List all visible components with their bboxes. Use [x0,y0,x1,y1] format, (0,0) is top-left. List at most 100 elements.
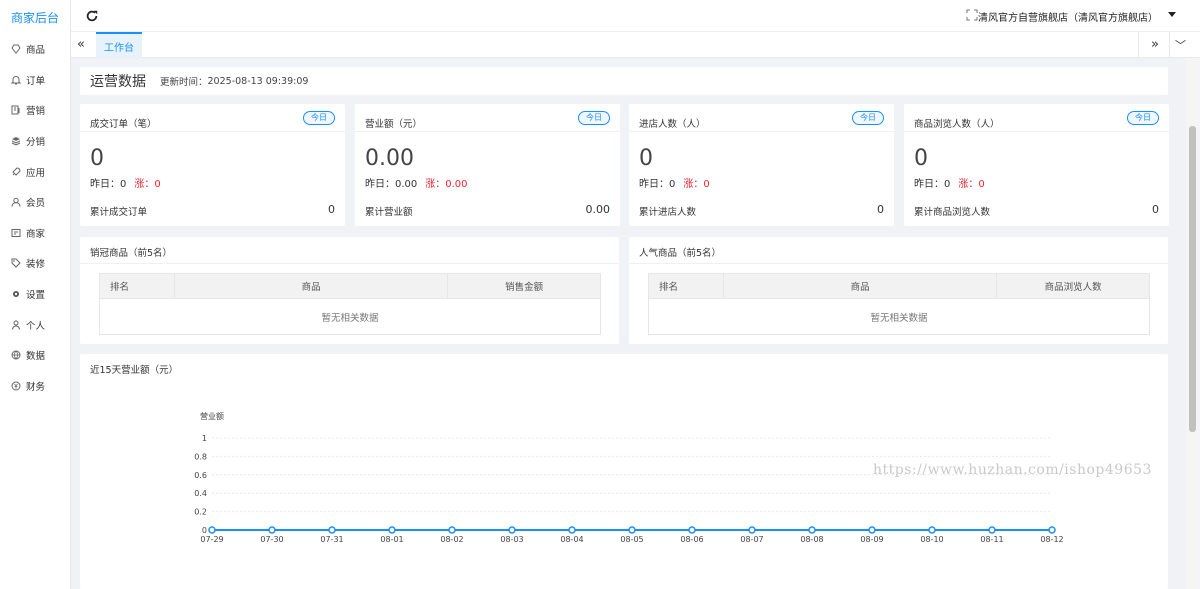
sidebar-item-label: 商家 [26,228,46,240]
sidebar-item-label: 订单 [26,75,46,87]
sidebar-item-yen[interactable]: 财务 [0,371,70,402]
yesterday-label: 昨日： [914,179,944,190]
empty-state: 暂无相关数据 [99,298,601,335]
cumulative-value: 0.00 [585,203,611,216]
period-badge[interactable]: 今日 [303,111,335,125]
sidebar-item-label: 数据 [26,351,46,363]
empty-state: 暂无相关数据 [648,298,1150,335]
sidebar-item-tag[interactable]: 装修 [0,248,70,279]
shop-dropdown-icon[interactable] [1168,12,1176,17]
sidebar-item-layers[interactable]: 分销 [0,126,70,157]
tabs-divider [1138,32,1139,58]
sidebar-item-globe[interactable]: 数据 [0,340,70,371]
refresh-icon[interactable] [85,9,99,23]
stat-yesterday: 昨日：0 涨：0 [914,175,985,190]
stat-card: 商品浏览人数（人） 今日 0 昨日：0 涨：0 累计商品浏览人数 0 [904,104,1169,226]
period-badge[interactable]: 今日 [578,111,610,125]
x-tick-label: 08-10 [920,535,943,544]
scrollbar[interactable] [1186,58,1200,589]
stat-label: 商品浏览人数（人） [914,119,1000,130]
sidebar-item-person[interactable]: 个人 [0,309,70,340]
ranking-title: 销冠商品（前5名） [90,248,173,259]
column-header[interactable]: 商品 [173,273,449,299]
divider [629,131,894,132]
period-badge[interactable]: 今日 [852,111,884,125]
shop-name[interactable]: 清风官方自营旗舰店（清风官方旗舰店） [978,9,1158,24]
brand-title[interactable]: 商家后台 [0,0,70,34]
sidebar-item-label: 分销 [26,137,46,149]
sidebar-item-label: 应用 [26,167,46,179]
stat-yesterday: 昨日：0.00 涨：0.00 [365,175,468,190]
stat-label: 营业额（元） [365,119,423,130]
data-point [388,526,396,534]
sidebar-item-bell[interactable]: 订单 [0,65,70,96]
tab-workbench[interactable]: 工作台 [96,32,142,58]
column-header[interactable]: 排名 [99,273,175,299]
stat-yesterday: 昨日：0 涨：0 [90,175,161,190]
table-row: 暂无相关数据 [99,298,601,335]
data-point [868,526,876,534]
tabs-menu-chevron-down-icon[interactable]: ﹀ [1175,37,1186,53]
column-header[interactable]: 商品 [722,273,998,299]
sidebar-item-store[interactable]: 商家 [0,218,70,249]
y-tick-label: 1 [202,434,207,443]
sidebar: 商家后台 商品订单营销分销应用会员商家装修设置个人数据财务 [0,0,71,589]
sidebar-item-gear[interactable]: 设置 [0,279,70,310]
x-tick-label: 07-30 [260,535,283,544]
stat-card: 成交订单（笔） 今日 0 昨日：0 涨：0 累计成交订单 0 [80,104,345,226]
sidebar-item-label: 财务 [26,381,46,393]
column-header[interactable]: 排名 [648,273,724,299]
cumulative-value: 0 [1152,203,1159,216]
tabs-prev-icon[interactable]: « [77,37,91,53]
period-badge[interactable]: 今日 [1127,111,1159,125]
data-point [748,526,756,534]
scrollbar-thumb[interactable] [1189,126,1196,432]
x-tick-label: 08-02 [440,535,463,544]
gear-icon [10,289,21,300]
yen-icon [10,380,21,391]
data-point [988,526,996,534]
y-axis-label: 营业额 [200,411,224,421]
table-row: 暂无相关数据 [648,298,1150,335]
tabs-next-icon[interactable]: » [1151,37,1159,52]
y-tick-label: 0.2 [194,508,207,517]
sidebar-item-label: 装修 [26,259,46,271]
data-point [508,526,516,534]
column-header[interactable]: 销售金额 [447,273,601,299]
sidebar-item-label: 会员 [26,198,46,210]
yesterday-value: 0 [944,179,951,190]
fullscreen-icon[interactable] [966,9,978,21]
updated-label: 更新时间： [160,77,208,88]
sidebar-item-user[interactable]: 会员 [0,187,70,218]
divider [629,263,1168,264]
yesterday-label: 昨日： [365,179,395,190]
x-tick-label: 07-31 [320,535,343,544]
y-tick-label: 0 [202,526,207,535]
watermark: https://www.huzhan.com/ishop49653 [873,462,1152,478]
stat-label: 进店人数（人） [639,119,706,130]
rise-value: 0 [154,179,161,190]
cumulative-label: 累计营业额 [365,207,413,218]
stat-value: 0.00 [365,146,414,171]
popular-products-card: 人气商品（前5名） 排名 商品 商品浏览人数 暂无相关数据 [629,237,1168,344]
divider [80,263,619,264]
sidebar-item-diamond[interactable]: 商品 [0,34,70,65]
stat-yesterday: 昨日：0 涨：0 [639,175,710,190]
rise-value: 0 [703,179,710,190]
cumulative-label: 累计进店人数 [639,207,697,218]
diamond-icon [10,44,21,55]
stat-card: 营业额（元） 今日 0.00 昨日：0.00 涨：0.00 累计营业额 0.00 [355,104,620,226]
ops-header: 运营数据 更新时间： 2025-08-13 09:39:09 [80,67,1168,95]
ranking-table: 排名 商品 商品浏览人数 暂无相关数据 [648,273,1150,335]
data-point [808,526,816,534]
sidebar-item-rocket[interactable]: 应用 [0,156,70,187]
divider [355,131,620,132]
column-header[interactable]: 商品浏览人数 [996,273,1150,299]
x-tick-label: 08-11 [980,535,1003,544]
updated-time: 2025-08-13 09:39:09 [207,75,309,87]
sidebar-item-label: 设置 [26,290,46,302]
globe-icon [10,350,21,361]
sidebar-item-label: 营销 [26,106,46,118]
yesterday-value: 0 [669,179,676,190]
sidebar-item-marketing[interactable]: 营销 [0,95,70,126]
